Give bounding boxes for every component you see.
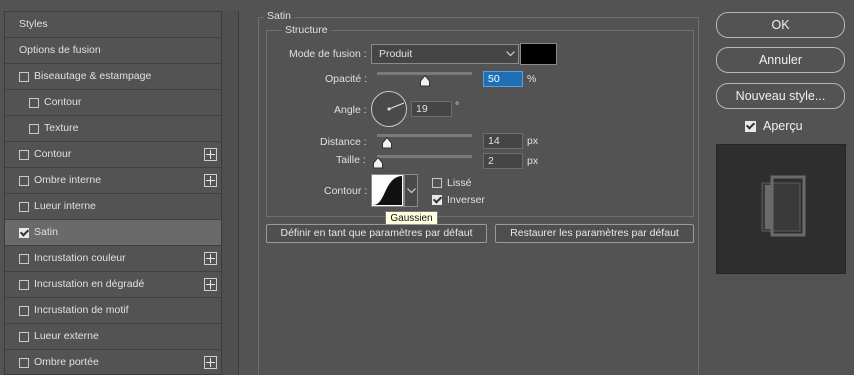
style-row-checkbox[interactable]: [19, 280, 29, 290]
chevron-down-icon: [407, 188, 416, 194]
style-row[interactable]: Incrustation de motif: [5, 298, 221, 324]
style-row[interactable]: Ombre portée: [5, 350, 221, 374]
style-row[interactable]: Contour: [5, 142, 221, 168]
style-row[interactable]: Contour: [5, 90, 221, 116]
set-default-button[interactable]: Définir en tant que paramètres par défau…: [266, 224, 487, 243]
style-row-label: Options de fusion: [19, 44, 101, 56]
opacity-unit: %: [527, 73, 537, 85]
distance-slider-thumb[interactable]: [381, 137, 392, 149]
invert-checkbox[interactable]: [432, 195, 442, 205]
style-row-label: Contour: [34, 148, 72, 160]
style-row-label: Ombre portée: [34, 356, 99, 368]
opacity-label: Opacité :: [325, 73, 368, 85]
style-row[interactable]: Incrustation en dégradé: [5, 272, 221, 298]
style-row-label: Lueur interne: [34, 200, 96, 212]
angle-unit: °: [455, 100, 460, 112]
add-style-icon[interactable]: [204, 356, 217, 369]
style-row[interactable]: Texture: [5, 116, 221, 142]
style-row-checkbox[interactable]: [19, 176, 29, 186]
angle-dial[interactable]: [370, 90, 408, 128]
contour-dropdown-button[interactable]: [404, 174, 418, 207]
style-row-checkbox[interactable]: [19, 358, 29, 368]
style-row-label: Texture: [44, 122, 79, 134]
style-row-label: Biseautage & estampage: [34, 70, 152, 82]
opacity-input[interactable]: 50: [483, 71, 523, 87]
contour-label: Contour :: [324, 185, 368, 197]
ok-button[interactable]: OK: [716, 12, 845, 38]
style-row-checkbox[interactable]: [19, 202, 29, 212]
style-row-checkbox[interactable]: [19, 228, 29, 238]
style-row-label: Ombre interne: [34, 174, 102, 186]
blend-mode-dropdown[interactable]: Produit: [371, 44, 519, 64]
layer-styles-list: Styles Options de fusion Biseautage & esta…: [4, 11, 222, 375]
style-row[interactable]: Ombre interne: [5, 168, 221, 194]
distance-unit: px: [527, 135, 539, 147]
style-row-checkbox[interactable]: [19, 72, 29, 82]
add-style-icon[interactable]: [204, 252, 217, 265]
new-style-button[interactable]: Nouveau style...: [716, 83, 845, 109]
blend-mode-value: Produit: [379, 48, 413, 60]
blend-mode-label: Mode de fusion :: [289, 48, 367, 60]
style-row[interactable]: Satin: [5, 220, 221, 246]
size-input[interactable]: 2: [483, 153, 523, 169]
chevron-down-icon: [506, 51, 515, 57]
style-row[interactable]: Biseautage & estampage: [5, 64, 221, 90]
preview-checkbox[interactable]: [745, 121, 756, 132]
style-preview-box: [716, 144, 846, 274]
style-row-label: Lueur externe: [34, 330, 99, 342]
style-row-checkbox[interactable]: [29, 98, 39, 108]
satin-color-swatch[interactable]: [520, 43, 557, 65]
style-row-label: Contour: [44, 96, 82, 108]
distance-label: Distance :: [320, 136, 367, 148]
invert-label: Inverser: [447, 194, 485, 206]
angle-input[interactable]: 19: [411, 101, 452, 117]
add-style-icon[interactable]: [204, 278, 217, 291]
style-row-label: Satin: [34, 226, 58, 238]
style-row-label: Styles: [19, 18, 48, 30]
style-row-checkbox[interactable]: [19, 254, 29, 264]
add-style-icon[interactable]: [204, 174, 217, 187]
style-row[interactable]: Styles: [5, 12, 221, 38]
style-row[interactable]: Options de fusion: [5, 38, 221, 64]
reset-default-button[interactable]: Restaurer les paramètres par défaut: [495, 224, 694, 243]
style-row-checkbox[interactable]: [19, 332, 29, 342]
size-slider-thumb[interactable]: [372, 157, 383, 169]
distance-input[interactable]: 14: [483, 133, 523, 149]
cancel-button[interactable]: Annuler: [716, 47, 845, 73]
style-row-checkbox[interactable]: [19, 306, 29, 316]
style-row-label: Incrustation de motif: [34, 304, 129, 316]
style-row[interactable]: Lueur interne: [5, 194, 221, 220]
style-row[interactable]: Incrustation couleur: [5, 246, 221, 272]
styles-list-scrollbar[interactable]: [222, 11, 239, 375]
angle-label: Angle :: [334, 104, 367, 116]
add-style-icon[interactable]: [204, 148, 217, 161]
size-unit: px: [527, 155, 539, 167]
style-row-label: Incrustation en dégradé: [34, 278, 145, 290]
size-label: Taille :: [336, 154, 366, 166]
size-slider-track[interactable]: [377, 155, 472, 158]
preview-label: Aperçu: [763, 119, 803, 133]
style-row-label: Incrustation couleur: [34, 252, 126, 264]
style-row[interactable]: Lueur externe: [5, 324, 221, 350]
opacity-slider-thumb[interactable]: [419, 75, 430, 87]
preview-thumbnail: [761, 175, 806, 237]
contour-curve-picker[interactable]: [371, 174, 404, 207]
style-row-checkbox[interactable]: [29, 124, 39, 134]
style-row-checkbox[interactable]: [19, 150, 29, 160]
structure-section-title: Structure: [282, 24, 331, 36]
smooth-checkbox[interactable]: [432, 178, 442, 188]
satin-section-title: Satin: [264, 10, 294, 22]
smooth-label: Lissé: [447, 177, 472, 189]
gaussian-curve-icon: [373, 176, 402, 205]
